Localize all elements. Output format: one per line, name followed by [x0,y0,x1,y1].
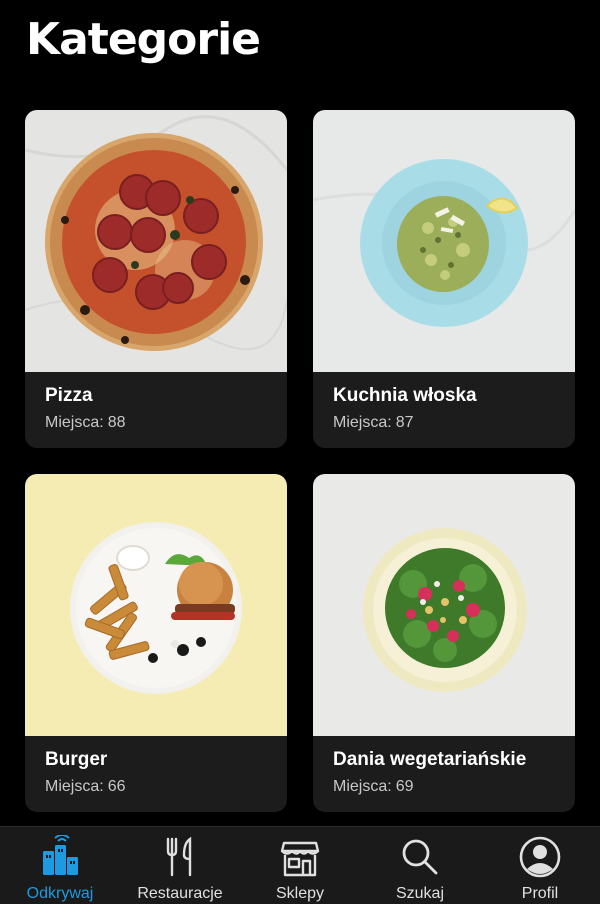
risotto-plate-image [313,110,575,372]
category-info: Pizza Miejsca: 88 [45,384,125,433]
tab-odkrywaj[interactable]: Odkrywaj [0,827,120,904]
tab-label: Odkrywaj [26,885,94,902]
search-icon [398,835,442,879]
tab-restauracje[interactable]: Restauracje [120,827,240,904]
category-name: Kuchnia włoska [333,385,477,406]
category-count: Miejsca: 87 [333,414,414,431]
category-name: Dania wegetariańskie [333,749,527,770]
tab-label: Szukaj [395,885,445,902]
bottom-tab-bar: Odkrywaj Restauracje Sklepy Szukaj Profi… [0,826,600,904]
salad-bowl-image [313,474,575,736]
category-name: Pizza [45,385,93,406]
category-count: Miejsca: 69 [333,778,414,795]
category-count: Miejsca: 66 [45,778,126,795]
tab-sklepy[interactable]: Sklepy [240,827,360,904]
tab-profil[interactable]: Profil [480,827,600,904]
category-card-pizza[interactable]: Pizza Miejsca: 88 [25,110,287,448]
category-card-burger[interactable]: Burger Miejsca: 66 [25,474,287,812]
header: Kategorie [26,14,261,65]
city-icon [38,834,82,879]
profile-icon [518,835,562,879]
pizza-image [25,110,287,372]
tab-label: Profil [521,885,559,902]
tab-label: Sklepy [275,885,325,902]
tab-szukaj[interactable]: Szukaj [360,827,480,904]
category-info: Burger Miejsca: 66 [45,748,125,797]
page-title: Kategorie [26,14,261,65]
category-card-vegetarian[interactable]: Dania wegetariańskie Miejsca: 69 [313,474,575,812]
category-name: Burger [45,749,108,770]
store-icon [278,835,322,879]
burger-and-fries-image [25,474,287,736]
category-card-italian[interactable]: Kuchnia włoska Miejsca: 87 [313,110,575,448]
tab-label: Restauracje [137,885,223,902]
category-info: Dania wegetariańskie Miejsca: 69 [333,748,526,797]
category-info: Kuchnia włoska Miejsca: 87 [333,384,477,433]
category-count: Miejsca: 88 [45,414,126,431]
fork-knife-icon [158,835,202,879]
